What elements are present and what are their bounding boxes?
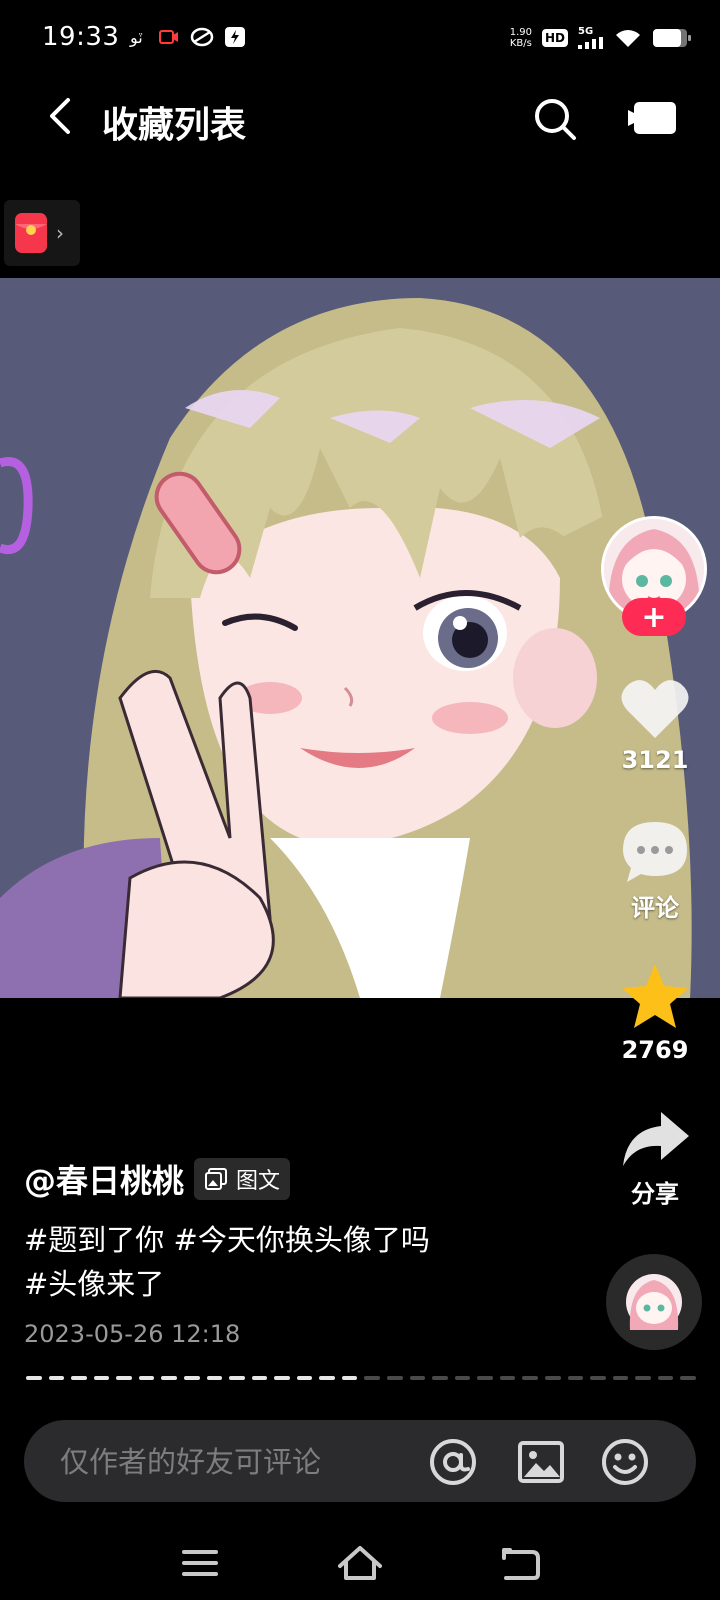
progress-segment [161, 1376, 177, 1380]
app-notification-icon [190, 27, 214, 47]
like-count: 3121 [621, 746, 689, 774]
heart-icon [621, 680, 689, 738]
comment-label: 评论 [631, 894, 679, 922]
notification-glyph-icon: ٽو [129, 28, 143, 47]
system-nav-bar [0, 1528, 720, 1600]
progress-segment [251, 1376, 268, 1380]
favorite-button[interactable]: 2769 [600, 962, 710, 1064]
author-line: @春日桃桃 图文 [24, 1156, 291, 1202]
follow-button[interactable]: + [622, 598, 686, 636]
network-speed: 1.90 KB/s [510, 27, 532, 49]
search-icon[interactable] [532, 96, 578, 142]
comment-bar [24, 1420, 696, 1502]
speed-value: 1.90 [509, 26, 532, 38]
status-right-icons: 1.90 KB/s HD 5G [510, 26, 692, 49]
svg-text:ٽو: ٽو [129, 28, 143, 47]
progress-segment [274, 1376, 290, 1380]
progress-segment [432, 1376, 448, 1380]
chevron-right-icon: › [56, 221, 64, 245]
back-arrow-icon[interactable] [40, 94, 84, 138]
progress-segment [364, 1376, 380, 1380]
progress-segment [319, 1376, 335, 1380]
progress-segment [116, 1376, 132, 1380]
progress-segment [71, 1376, 87, 1380]
caption-line-1[interactable]: #题到了你 #今天你换头像了吗 [24, 1218, 564, 1262]
progress-segment [409, 1376, 426, 1380]
share-arrow-icon [623, 1112, 689, 1166]
progress-segment [567, 1376, 584, 1380]
home-icon[interactable] [330, 1538, 390, 1588]
post-type-badge: 图文 [194, 1158, 291, 1200]
screen-record-icon [159, 30, 178, 44]
share-button[interactable]: 分享 [600, 1108, 710, 1209]
progress-segment [499, 1376, 516, 1380]
back-nav-icon[interactable] [490, 1538, 550, 1588]
progress-segment [26, 1376, 42, 1380]
star-icon [622, 964, 688, 1028]
mention-at-icon[interactable] [428, 1437, 478, 1487]
progress-segment [454, 1376, 471, 1380]
progress-segment [680, 1376, 696, 1380]
image-gallery-icon [205, 1168, 228, 1190]
post-type-label: 图文 [236, 1169, 281, 1194]
caption-line-2[interactable]: #头像来了 [24, 1262, 564, 1306]
red-envelope-icon [15, 213, 47, 253]
comment-input[interactable] [60, 1444, 420, 1480]
progress-segment [590, 1376, 606, 1380]
flash-app-icon [225, 27, 245, 47]
share-label: 分享 [631, 1180, 679, 1208]
top-header: 收藏列表 [0, 84, 720, 154]
progress-segment [522, 1376, 538, 1380]
status-left-icons: ٽو [128, 26, 246, 48]
image-progress-indicator [26, 1376, 696, 1380]
progress-segment [138, 1376, 155, 1380]
progress-segment [612, 1376, 629, 1380]
status-time: 19:33 [42, 22, 120, 52]
menu-icon[interactable] [170, 1538, 230, 1588]
progress-segment [544, 1376, 561, 1380]
hd-badge: HD [541, 28, 568, 47]
music-disc-avatar-icon [626, 1274, 682, 1330]
progress-segment [93, 1376, 110, 1380]
progress-segment [657, 1376, 674, 1380]
progress-segment [206, 1376, 223, 1380]
comment-button[interactable]: 评论 [600, 818, 710, 923]
battery-icon [653, 28, 691, 47]
progress-segment [229, 1376, 245, 1380]
signal-icon: 5G [578, 26, 604, 49]
progress-segment [635, 1376, 651, 1380]
image-picker-icon[interactable] [516, 1437, 566, 1487]
progress-segment [296, 1376, 313, 1380]
page-title: 收藏列表 [102, 105, 247, 146]
network-type: 5G [578, 26, 594, 37]
camera-icon[interactable] [626, 98, 680, 138]
progress-segment [387, 1376, 403, 1380]
red-packet-entry[interactable]: › [4, 200, 80, 266]
progress-segment [183, 1376, 200, 1380]
wifi-icon [616, 29, 640, 47]
author-name[interactable]: @春日桃桃 [24, 1156, 184, 1202]
like-button[interactable]: 3121 [600, 676, 710, 774]
emoji-icon[interactable] [600, 1437, 650, 1487]
progress-segment [477, 1376, 493, 1380]
speed-unit: KB/s [509, 37, 532, 49]
post-date: 2023-05-26 12:18 [24, 1320, 241, 1348]
status-bar: 19:33 ٽو 1.90 KB/s HD 5G [0, 0, 720, 80]
music-disc[interactable] [606, 1254, 702, 1350]
favorite-count: 2769 [621, 1036, 689, 1064]
progress-segment [48, 1376, 65, 1380]
post-caption: #题到了你 #今天你换头像了吗 #头像来了 [24, 1218, 564, 1306]
comment-bubble-icon [623, 822, 687, 882]
progress-segment [341, 1376, 358, 1380]
